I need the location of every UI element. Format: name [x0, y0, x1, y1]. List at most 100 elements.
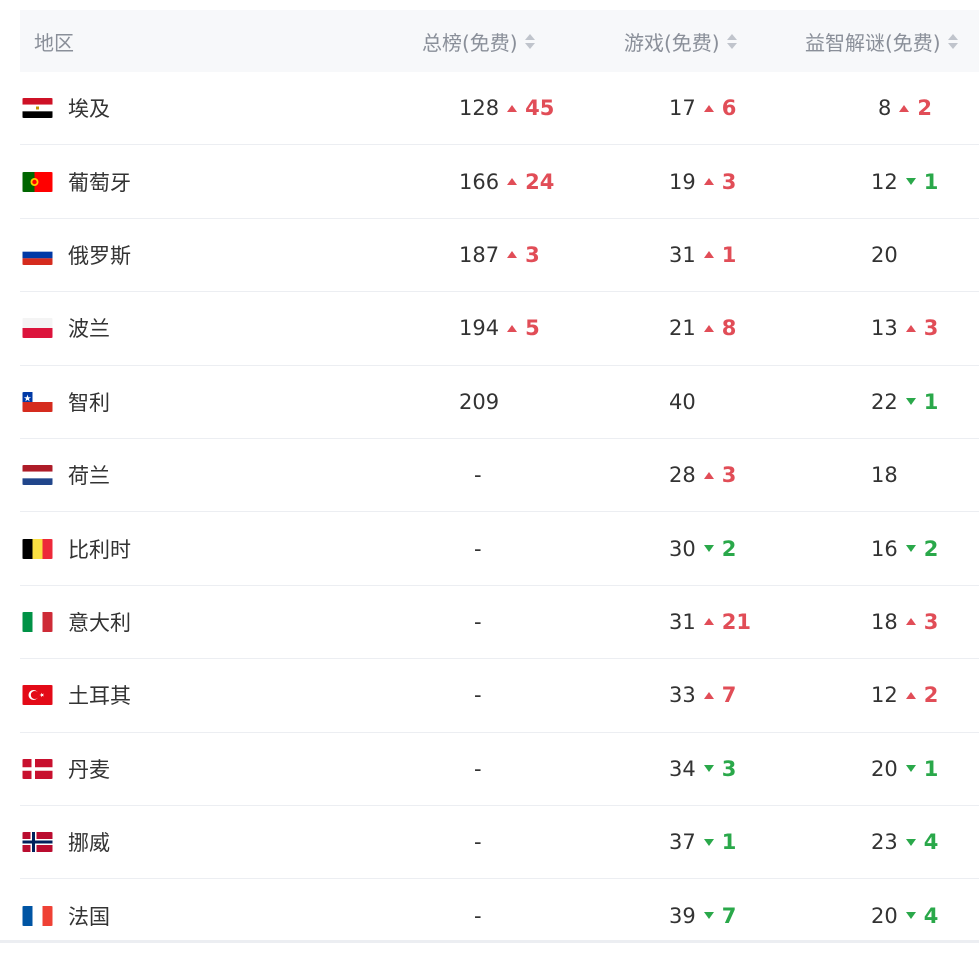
table-row: 意大利 - 31 21 18 3	[20, 586, 979, 660]
region-name: 波兰	[68, 317, 110, 342]
games-rank-cell: 37 1	[669, 806, 736, 878]
header-overall-label: 总榜(免费)	[422, 30, 518, 55]
rank-change-value: 7	[721, 683, 737, 708]
header-games-sort[interactable]: 游戏(免费)	[624, 10, 737, 72]
rank-change-value: 3	[721, 756, 737, 781]
rank-change-value: 1	[923, 389, 939, 414]
rank-change-value: 3	[525, 242, 540, 267]
puzzle-rank: 12	[871, 683, 898, 708]
overall-rank: -	[474, 830, 482, 855]
arrow-down-icon	[703, 545, 714, 553]
rank-change-value: 1	[923, 756, 939, 781]
table-row: 比利时 - 30 2 16 2	[20, 512, 979, 586]
region-name: 意大利	[68, 610, 131, 635]
puzzle-rank: 8	[878, 96, 892, 121]
ranking-table: 地区 总榜(免费) 游戏(免费) 益智解谜(免费) 埃及 128 45 17 6 8 2 葡萄…	[20, 10, 979, 953]
rank-change-up: 45	[507, 96, 554, 120]
rank-change-down: 2	[905, 537, 938, 561]
rank-change-value: 3	[923, 609, 939, 634]
overall-rank-cell: 194 5	[459, 292, 540, 364]
arrow-down-icon	[905, 765, 916, 773]
arrow-down-icon	[703, 838, 714, 846]
games-rank-cell: 34 3	[669, 733, 736, 805]
puzzle-rank: 13	[871, 316, 898, 341]
sort-icon[interactable]	[524, 33, 535, 49]
table-row: 丹麦 - 34 3 20 1	[20, 733, 979, 806]
rank-change-value: 4	[923, 830, 939, 855]
games-rank: 17	[669, 96, 696, 121]
rank-change-down: 1	[905, 756, 939, 781]
arrow-up-icon	[703, 178, 714, 186]
table-body: 埃及 128 45 17 6 8 2 葡萄牙 166 24 19 3 12 1 俄罗斯 187 3 31 1 20 波兰…	[20, 72, 979, 953]
games-rank-cell: 30 2	[669, 512, 736, 584]
region-name: 俄罗斯	[68, 243, 131, 268]
portugal-flag-icon	[22, 171, 53, 192]
table-row: 波兰 194 5 21 8 13 3	[20, 292, 979, 366]
italy-flag-icon	[22, 611, 53, 632]
rank-change-value: 2	[721, 536, 737, 561]
overall-rank-cell: 187 3	[459, 219, 540, 291]
header-puzzle-sort[interactable]: 益智解谜(免费)	[805, 10, 958, 72]
region-cell: 土耳其	[22, 659, 131, 731]
rank-change-down: 4	[905, 830, 939, 855]
arrow-up-icon	[703, 691, 714, 699]
region-name: 挪威	[68, 831, 110, 856]
games-rank-cell: 40	[669, 366, 696, 438]
puzzle-rank: 20	[871, 242, 898, 267]
puzzle-rank-cell: 20	[871, 219, 898, 291]
rank-change-up: 7	[703, 683, 737, 708]
games-rank: 31	[669, 609, 696, 634]
region-name: 丹麦	[68, 757, 110, 782]
egypt-flag-icon	[22, 98, 53, 119]
region-cell: 意大利	[22, 586, 131, 658]
puzzle-rank: 22	[871, 389, 898, 414]
rank-change-up: 5	[507, 316, 540, 340]
arrow-up-icon	[703, 324, 714, 332]
header-games-label: 游戏(免费)	[624, 30, 720, 55]
rank-change-down: 1	[905, 389, 939, 414]
region-cell: 比利时	[22, 512, 131, 584]
arrow-down-icon	[905, 398, 916, 406]
puzzle-rank-cell: 18 3	[871, 586, 938, 658]
sort-icon[interactable]	[726, 33, 737, 49]
rank-change-value: 8	[721, 316, 737, 341]
region-name: 法国	[68, 904, 110, 929]
rank-change-value: 4	[923, 903, 939, 928]
puzzle-rank: 18	[871, 609, 898, 634]
rank-change-value: 2	[917, 96, 932, 121]
arrow-up-icon	[905, 691, 916, 699]
arrow-up-icon	[905, 618, 916, 626]
rank-change-value: 1	[721, 830, 737, 855]
rank-change-up: 1	[703, 243, 736, 267]
games-rank: 30	[669, 536, 696, 561]
region-name: 荷兰	[68, 464, 110, 489]
overall-rank: -	[474, 683, 482, 708]
sort-icon[interactable]	[947, 33, 958, 49]
games-rank-cell: 19 3	[669, 145, 736, 217]
table-row: 土耳其 - 33 7 12 2	[20, 659, 979, 733]
region-cell: 智利	[22, 366, 110, 438]
rank-change-up: 24	[507, 170, 554, 194]
overall-rank-cell: 209	[459, 366, 499, 438]
overall-rank-cell: 128 45	[459, 72, 554, 144]
arrow-down-icon	[703, 765, 714, 773]
puzzle-rank: 12	[871, 169, 898, 194]
turkey-flag-icon	[22, 685, 53, 706]
table-row: 智利 209 40 22 1	[20, 366, 979, 439]
games-rank: 31	[669, 242, 696, 267]
header-region-label: 地区	[34, 30, 74, 55]
games-rank-cell: 33 7	[669, 659, 736, 731]
belgium-flag-icon	[22, 538, 53, 559]
rank-change-down: 1	[905, 170, 938, 194]
games-rank-cell: 31 1	[669, 219, 736, 291]
netherlands-flag-icon	[22, 465, 53, 486]
puzzle-rank-cell: 20 1	[871, 733, 938, 805]
rank-change-up: 3	[703, 463, 736, 487]
overall-rank-cell: -	[459, 586, 482, 658]
games-rank: 37	[669, 830, 696, 855]
games-rank: 19	[669, 169, 696, 194]
header-overall-sort[interactable]: 总榜(免费)	[422, 10, 535, 72]
games-rank: 40	[669, 389, 696, 414]
puzzle-rank-cell: 82	[871, 72, 932, 144]
overall-rank: 187	[459, 242, 500, 267]
